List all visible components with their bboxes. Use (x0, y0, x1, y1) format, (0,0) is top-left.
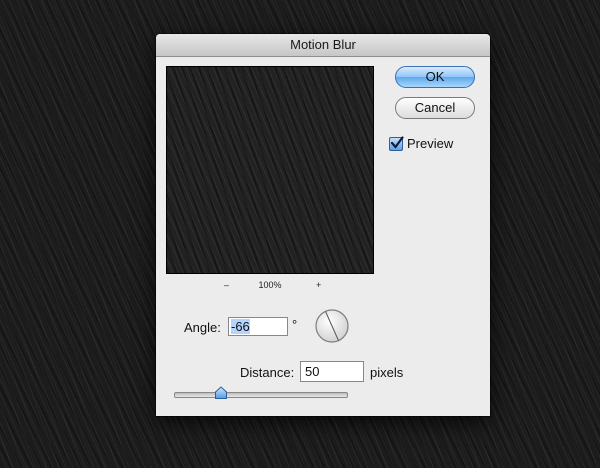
angle-input[interactable]: -66 (228, 317, 288, 336)
cancel-button[interactable]: Cancel (395, 97, 475, 119)
angle-value: -66 (231, 319, 250, 334)
preview-checkbox[interactable]: Preview (389, 136, 469, 152)
motion-blur-dialog: Motion Blur – 100% + OK Cancel Preview A… (156, 34, 490, 416)
pixels-label: pixels (370, 365, 404, 380)
distance-input[interactable]: 50 (300, 361, 364, 382)
distance-label: Distance: (240, 365, 295, 380)
degree-symbol: ° (292, 317, 298, 332)
ok-button[interactable]: OK (395, 66, 475, 88)
angle-label: Angle: (184, 320, 221, 335)
zoom-in-button[interactable]: + (316, 280, 321, 290)
angle-dial-icon[interactable] (314, 308, 350, 344)
checkmark-icon[interactable] (389, 136, 404, 151)
zoom-level: 100% (258, 280, 282, 290)
slider-thumb-icon[interactable] (214, 386, 228, 400)
preview-label: Preview (407, 136, 454, 151)
zoom-controls: – 100% + (166, 280, 374, 292)
preview-area[interactable] (166, 66, 374, 274)
distance-slider[interactable] (174, 392, 348, 398)
dialog-title[interactable]: Motion Blur (156, 34, 490, 57)
zoom-out-button[interactable]: – (224, 280, 229, 290)
